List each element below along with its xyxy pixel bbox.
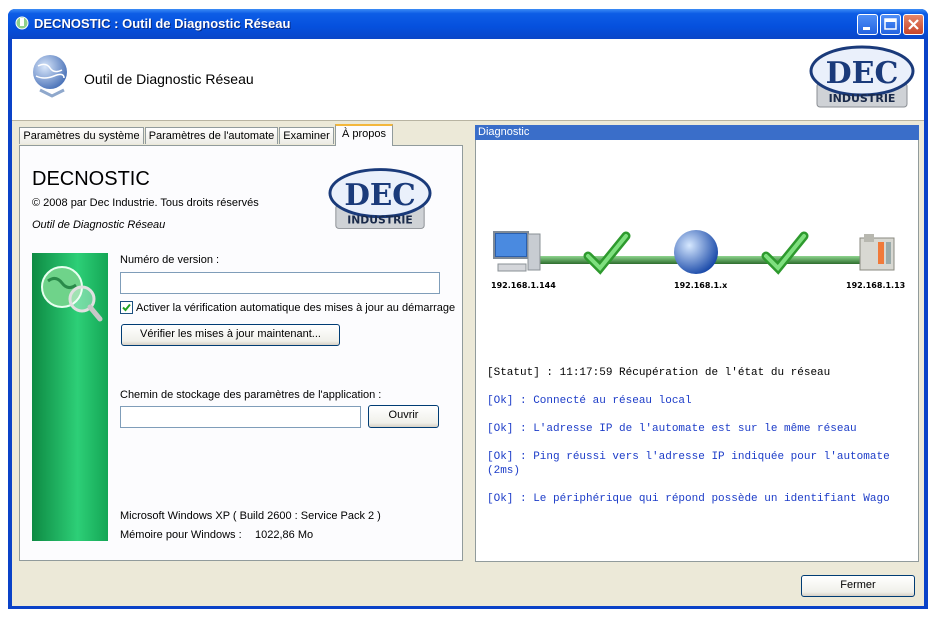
log-tag: [Ok] xyxy=(487,423,514,435)
tab-label: Examiner xyxy=(283,130,330,142)
dec-industrie-logo-small: DEC INDUSTRIE xyxy=(328,166,432,232)
log-text: : Ping réussi vers l'adresse IP indiquée… xyxy=(487,451,890,477)
tab-label: À propos xyxy=(341,128,387,140)
about-subtitle: Outil de Diagnostic Réseau xyxy=(32,219,166,231)
log-tag: [Ok] xyxy=(487,493,514,505)
memory-value: 1022,86 Mo xyxy=(255,529,314,541)
window-title: DECNOSTIC : Outil de Diagnostic Réseau xyxy=(34,16,291,31)
auto-update-label[interactable]: Activer la vérification automatique des … xyxy=(136,302,455,314)
tab-system-settings[interactable]: Paramètres du système xyxy=(19,127,144,144)
app-icon xyxy=(14,15,30,31)
gateway-ip-label: 192.168.1.x xyxy=(674,281,728,290)
diagnostic-header: Diagnostic xyxy=(475,125,919,140)
network-globe-icon xyxy=(674,230,718,274)
storage-path-field[interactable] xyxy=(120,406,361,428)
log-text: : Connecté au réseau local xyxy=(513,395,692,407)
copyright-text: © 2008 par Dec Industrie. Tous droits ré… xyxy=(32,197,259,209)
log-text: : Le périphérique qui répond possède un … xyxy=(513,493,890,505)
logo-dec-text: DEC xyxy=(826,56,899,91)
log-text: : 11:17:59 Récupération de l'état du rés… xyxy=(539,367,831,379)
dec-industrie-logo: DEC INDUSTRIE xyxy=(809,45,915,109)
logo-dec-text: DEC xyxy=(344,177,415,212)
memory-label: Mémoire pour Windows : xyxy=(120,529,242,541)
tab-examine[interactable]: Examiner xyxy=(279,127,334,144)
log-entry-ok: [Ok] : Le périphérique qui répond possèd… xyxy=(487,492,907,506)
version-label: Numéro de version : xyxy=(120,254,220,266)
log-entry-ok: [Ok] : Ping réussi vers l'adresse IP ind… xyxy=(487,450,907,478)
auto-update-checkbox[interactable] xyxy=(120,301,133,314)
minimize-button[interactable] xyxy=(857,14,878,35)
log-tag: [Ok] xyxy=(487,395,514,407)
os-info: Microsoft Windows XP ( Build 2600 : Serv… xyxy=(120,510,381,522)
globe-magnifier-icon xyxy=(41,266,103,322)
header-title: Outil de Diagnostic Réseau xyxy=(84,71,254,87)
tab-about[interactable]: À propos xyxy=(335,124,393,146)
minimize-icon xyxy=(863,27,870,30)
close-button[interactable] xyxy=(903,14,924,35)
log-entry-ok: [Ok] : L'adresse IP de l'automate est su… xyxy=(487,422,907,436)
maximize-icon xyxy=(884,18,897,30)
tab-plc-settings[interactable]: Paramètres de l'automate xyxy=(145,127,278,144)
network-globe-icon xyxy=(28,52,72,104)
plc-device-icon xyxy=(859,234,895,271)
log-tag: [Ok] xyxy=(487,451,514,463)
logo-industrie-text: INDUSTRIE xyxy=(829,92,896,105)
about-app-name: DECNOSTIC xyxy=(32,168,150,190)
log-entry-status: [Statut] : 11:17:59 Récupération de l'ét… xyxy=(487,366,907,380)
version-field[interactable] xyxy=(120,272,440,294)
checkmark-icon xyxy=(122,303,131,312)
tab-label: Paramètres de l'automate xyxy=(148,130,275,142)
open-button[interactable]: Ouvrir xyxy=(368,405,439,428)
storage-path-label: Chemin de stockage des paramètres de l'a… xyxy=(120,389,382,401)
decorative-green-strip xyxy=(32,253,108,541)
network-diagram xyxy=(488,222,908,282)
maximize-button[interactable] xyxy=(880,14,901,35)
computer-icon xyxy=(493,231,541,272)
plc-ip-label: 192.168.1.13 xyxy=(846,281,906,290)
log-entry-ok: [Ok] : Connecté au réseau local xyxy=(487,394,907,408)
check-updates-button[interactable]: Vérifier les mises à jour maintenant... xyxy=(121,324,340,346)
tab-label: Paramètres du système xyxy=(23,130,140,142)
close-dialog-button[interactable]: Fermer xyxy=(801,575,915,597)
logo-industrie-text: INDUSTRIE xyxy=(347,214,413,227)
log-tag: [Statut] xyxy=(487,367,540,379)
log-text: : L'adresse IP de l'automate est sur le … xyxy=(513,423,857,435)
pc-ip-label: 192.168.1.144 xyxy=(491,281,556,290)
close-icon xyxy=(908,19,919,30)
